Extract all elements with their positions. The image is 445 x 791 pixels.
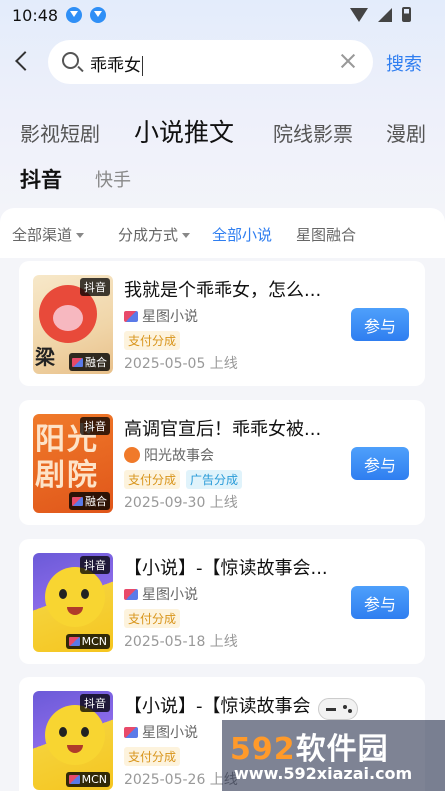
novel-title: 我就是个乖乖女，怎么... — [124, 280, 322, 301]
gamepad-icon — [318, 698, 358, 720]
novel-source: 星图小说 — [124, 722, 198, 742]
watermark-url: www.592xiazai.com — [234, 764, 413, 783]
search-button[interactable]: 搜索 — [386, 50, 422, 76]
pay-share-tag: 支付分成 — [124, 609, 181, 628]
signal-icon — [378, 7, 392, 22]
novel-card[interactable]: 梁 抖音 融合 我就是个乖乖女，怎么... 星图小说 支付分成 2025-05-… — [19, 261, 425, 386]
download-icon — [66, 7, 83, 23]
status-time: 10:48 — [12, 5, 59, 25]
type-badge: MCN — [65, 634, 110, 649]
tab-comic-drama[interactable]: 漫剧 — [386, 118, 426, 147]
tab-douyin[interactable]: 抖音 — [20, 164, 62, 194]
novel-cover: 抖音 MCN — [33, 691, 113, 790]
battery-icon — [402, 7, 411, 22]
xingtu-logo-icon — [72, 496, 83, 506]
xingtu-logo-icon — [124, 588, 138, 600]
novel-cover: 抖音 MCN — [33, 553, 113, 652]
ad-share-tag: 广告分成 — [186, 470, 243, 489]
xingtu-logo-icon — [72, 357, 83, 367]
filter-xingtu-fusion[interactable]: 星图融合 — [296, 224, 356, 245]
novel-title: 【小说】-【惊读故事会... — [124, 558, 328, 579]
chevron-down-icon — [182, 233, 191, 238]
novel-source: 星图小说 — [124, 306, 198, 326]
xingtu-logo-icon — [68, 775, 80, 784]
pay-share-tag: 支付分成 — [124, 747, 181, 766]
platform-badge: 抖音 — [80, 556, 110, 574]
novel-card[interactable]: 抖音 MCN 【小说】-【惊读故事会... 星图小说 支付分成 2025-05-… — [19, 539, 425, 664]
platform-tabs: 抖音 快手 — [0, 162, 445, 198]
category-tabs: 影视短剧 小说推文 院线影票 漫剧 — [0, 108, 445, 154]
platform-badge: 抖音 — [80, 278, 110, 296]
tag-list: 支付分成 — [124, 747, 181, 766]
back-arrow-icon[interactable] — [15, 51, 35, 71]
filter-all-channels[interactable]: 全部渠道 — [12, 224, 85, 245]
filter-bar: 全部渠道 分成方式 全部小说 星图融合 — [0, 224, 445, 246]
text-caret — [142, 56, 143, 76]
platform-badge: 抖音 — [80, 417, 110, 435]
chevron-down-icon — [76, 233, 85, 238]
type-badge: 融合 — [69, 353, 110, 371]
type-badge: 融合 — [69, 492, 110, 510]
novel-title: 【小说】-【惊读故事会 — [124, 696, 311, 717]
tab-film-short-drama[interactable]: 影视短剧 — [20, 118, 100, 147]
filter-all-novels[interactable]: 全部小说 — [212, 224, 272, 245]
filter-revenue-share[interactable]: 分成方式 — [118, 224, 191, 245]
novel-card[interactable]: 阳光剧院 抖音 融合 高调官宣后！乖乖女被... 阳光故事会 支付分成 广告分成… — [19, 400, 425, 525]
launch-date: 2025-05-05 上线 — [124, 356, 238, 372]
xingtu-logo-icon — [124, 310, 138, 322]
pay-share-tag: 支付分成 — [124, 470, 181, 489]
launch-date: 2025-05-26 上线 — [124, 772, 238, 788]
novel-source: 星图小说 — [124, 584, 198, 604]
tab-novel-promo[interactable]: 小说推文 — [134, 113, 234, 149]
xingtu-logo-icon — [68, 637, 80, 646]
status-bar: 10:48 — [0, 0, 445, 30]
search-query: 乖乖女 — [90, 56, 141, 76]
download-icon — [90, 7, 107, 23]
join-button[interactable]: 参与 — [351, 308, 409, 341]
watermark-logo: 592软件园 www.592xiazai.com — [222, 720, 445, 791]
join-button[interactable]: 参与 — [351, 447, 409, 480]
pay-share-tag: 支付分成 — [124, 331, 181, 350]
tab-kuaishou[interactable]: 快手 — [95, 166, 131, 192]
launch-date: 2025-09-30 上线 — [124, 495, 238, 511]
novel-cover: 阳光剧院 抖音 融合 — [33, 414, 113, 513]
cover-caption: 梁 — [35, 345, 57, 369]
search-input[interactable]: 乖乖女 — [48, 40, 373, 84]
novel-source: 阳光故事会 — [124, 445, 214, 465]
wifi-icon — [350, 7, 368, 22]
tag-list: 支付分成 — [124, 331, 181, 350]
clear-icon[interactable] — [339, 52, 357, 70]
tab-cinema-tickets[interactable]: 院线影票 — [273, 118, 353, 147]
status-icons — [350, 7, 411, 22]
tag-list: 支付分成 — [124, 609, 181, 628]
novel-title: 高调官宣后！乖乖女被... — [124, 419, 322, 440]
sunshine-logo-icon — [124, 447, 140, 463]
launch-date: 2025-05-18 上线 — [124, 634, 238, 650]
search-icon — [62, 52, 79, 69]
search-bar: 乖乖女 搜索 — [0, 40, 445, 86]
platform-badge: 抖音 — [80, 694, 110, 712]
tag-list: 支付分成 广告分成 — [124, 470, 243, 489]
xingtu-logo-icon — [124, 726, 138, 738]
type-badge: MCN — [65, 772, 110, 787]
novel-cover: 梁 抖音 融合 — [33, 275, 113, 374]
join-button[interactable]: 参与 — [351, 586, 409, 619]
